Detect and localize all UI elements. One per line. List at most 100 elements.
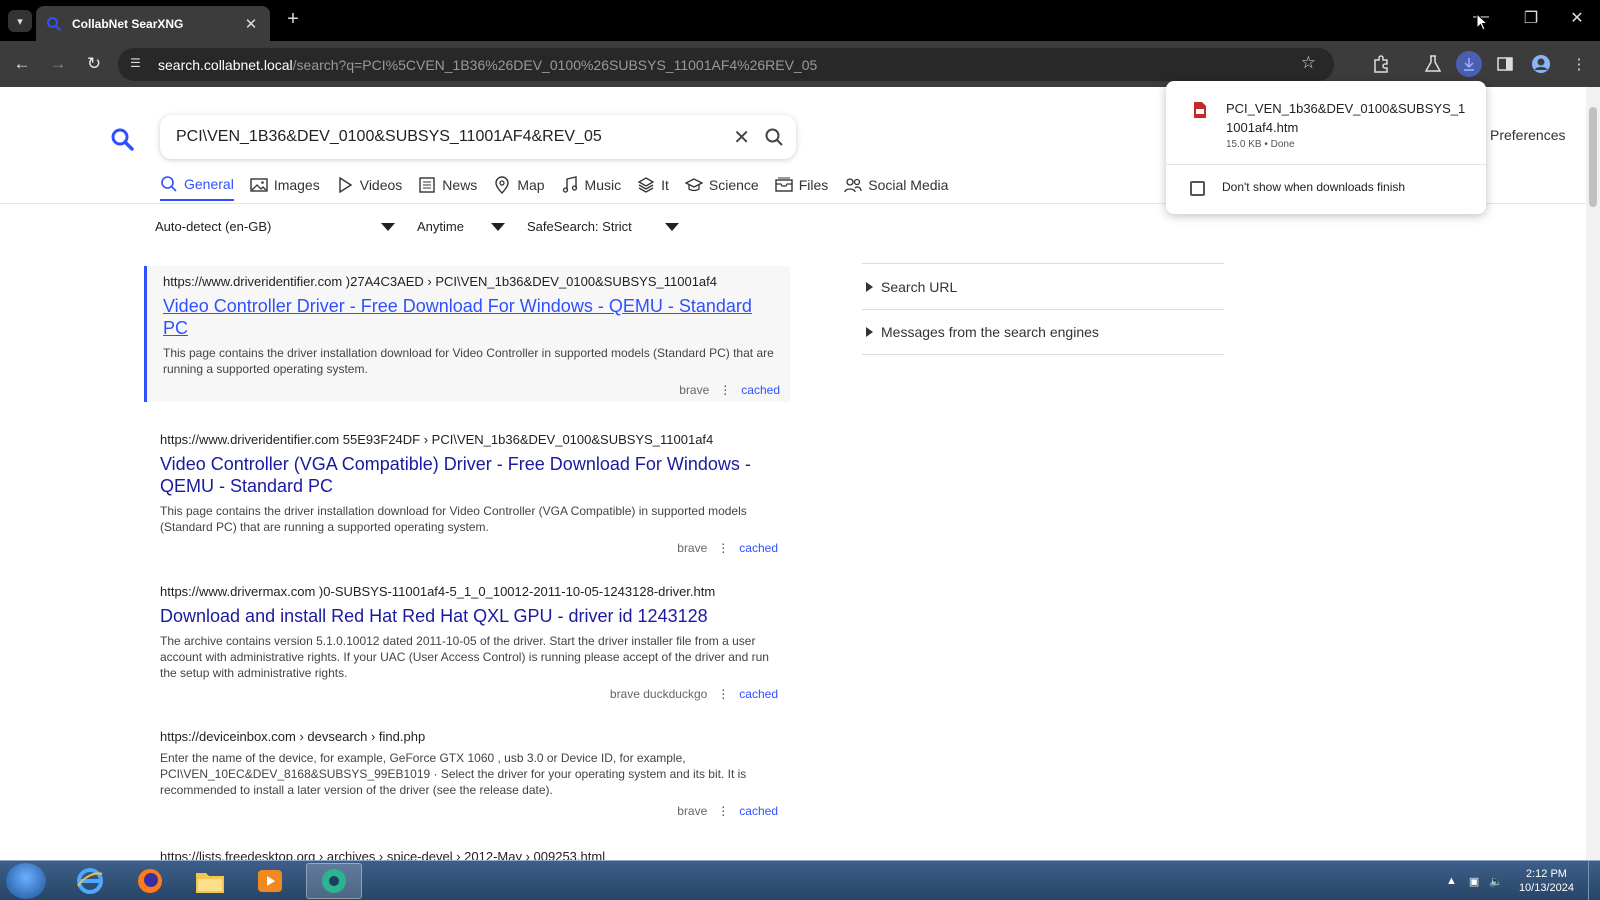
expand-triangle-icon	[866, 327, 873, 337]
result-url[interactable]: https://deviceinbox.com › devsearch › fi…	[160, 729, 778, 744]
tab-label: Social Media	[868, 177, 949, 193]
show-desktop-button[interactable]	[1588, 861, 1600, 900]
tab-close-icon[interactable]: ✕	[242, 15, 260, 33]
clock-date: 10/13/2024	[1518, 882, 1574, 894]
file-explorer-icon[interactable]	[182, 863, 238, 899]
tab-bar: ▾ CollabNet SearXNG ✕ + — ❐ ✕	[0, 0, 1600, 41]
volume-muted-icon[interactable]: 🔈	[1489, 875, 1503, 888]
tab-search-chevron-icon[interactable]: ▾	[8, 10, 32, 32]
result-title-link[interactable]: Video Controller (VGA Compatible) Driver…	[160, 453, 778, 497]
result-engines: brave	[677, 804, 708, 818]
reload-button[interactable]: ↻	[81, 51, 107, 77]
engine-messages-toggle[interactable]: Messages from the search engines	[862, 309, 1224, 355]
site-info-icon[interactable]: ☰	[130, 56, 148, 74]
result-engines: brave duckduckgo	[609, 687, 708, 701]
download-file-name[interactable]: PCI_VEN_1b36&DEV_0100&SUBSYS_11001af4.ht…	[1226, 99, 1466, 137]
expand-triangle-icon	[866, 281, 873, 292]
tab-videos[interactable]: Videos	[336, 175, 402, 201]
scrollbar-thumb[interactable]	[1589, 107, 1597, 207]
results-sidebar: Search URL Messages from the search engi…	[862, 263, 1224, 355]
html-file-icon	[1194, 102, 1206, 118]
dont-show-label[interactable]: Don't show when downloads finish	[1222, 180, 1405, 194]
tab-title: CollabNet SearXNG	[72, 16, 184, 31]
system-tray: ▲ ▣ 🔈 2:12 PM 10/13/2024	[1446, 861, 1600, 900]
search-url-toggle[interactable]: Search URL	[862, 263, 1224, 309]
chrome-app-icon[interactable]	[306, 863, 362, 899]
page-scrollbar[interactable]	[1586, 87, 1600, 860]
firefox-icon[interactable]	[122, 863, 178, 899]
result-description: This page contains the driver installati…	[163, 346, 774, 376]
network-icon[interactable]: ▣	[1469, 875, 1479, 888]
result-url[interactable]: https://www.driveridentifier.com )27A4C3…	[163, 274, 780, 289]
downloads-button[interactable]	[1456, 51, 1482, 77]
labs-flask-icon[interactable]	[1420, 51, 1446, 77]
bookmark-star-icon[interactable]: ☆	[1301, 53, 1316, 73]
result-url[interactable]: https://lists.freedesktop.org › archives…	[160, 849, 778, 860]
tab-social-media[interactable]: Social Media	[844, 175, 948, 201]
search-submit-icon[interactable]	[764, 127, 784, 147]
tab-label: Science	[708, 177, 759, 193]
result-item: https://lists.freedesktop.org › archives…	[160, 849, 778, 860]
profile-avatar-icon[interactable]	[1528, 51, 1554, 77]
browser-menu-icon[interactable]: ⋮	[1566, 51, 1592, 77]
searxng-favicon-icon	[47, 16, 62, 31]
internet-explorer-icon[interactable]	[62, 863, 118, 899]
map-pin-icon	[495, 176, 510, 194]
tab-general[interactable]: General	[160, 175, 234, 201]
back-button[interactable]: ←	[9, 51, 35, 77]
tab-music[interactable]: Music	[561, 175, 621, 201]
start-button[interactable]	[6, 863, 46, 899]
category-tabs: General Images Videos News Map Music It	[160, 175, 964, 201]
result-title-link[interactable]: Download and install Red Hat Red Hat QXL…	[160, 605, 778, 627]
result-engines: brave	[679, 383, 710, 397]
language-select[interactable]: Auto-detect (en-GB)	[155, 219, 395, 234]
result-url[interactable]: https://www.driveridentifier.com 55E93F2…	[160, 432, 778, 447]
result-footer: brave ⋮ cached	[677, 804, 778, 818]
play-icon	[339, 176, 353, 194]
forward-button[interactable]: →	[45, 51, 71, 77]
address-bar[interactable]: ☰ search.collabnet.local/search?q=PCI%5C…	[118, 48, 1334, 81]
cached-link[interactable]: cached	[739, 687, 778, 701]
time-range-select[interactable]: Anytime	[417, 219, 505, 234]
clear-search-icon[interactable]: ✕	[733, 125, 750, 150]
mouse-cursor-icon	[1476, 13, 1488, 31]
restore-button[interactable]: ❐	[1516, 8, 1546, 32]
windows-taskbar: ▲ ▣ 🔈 2:12 PM 10/13/2024	[0, 860, 1600, 900]
media-player-icon[interactable]	[242, 863, 298, 899]
result-item: https://www.drivermax.com )0-SUBSYS-1100…	[160, 584, 778, 701]
result-item: https://www.driveridentifier.com )27A4C3…	[144, 266, 790, 402]
extensions-puzzle-icon[interactable]	[1368, 51, 1394, 77]
taskbar-clock[interactable]: 2:12 PM 10/13/2024	[1509, 867, 1588, 895]
search-url-label: Search URL	[881, 278, 958, 295]
tray-expand-icon[interactable]: ▲	[1446, 875, 1457, 887]
tab-science[interactable]: Science	[684, 175, 759, 201]
download-file-meta: 15.0 KB • Done	[1226, 139, 1295, 150]
search-input[interactable]	[176, 128, 706, 146]
dropdown-arrow-icon	[491, 222, 505, 231]
tab-news[interactable]: News	[418, 175, 477, 201]
file-box-icon	[775, 177, 793, 192]
dont-show-checkbox[interactable]	[1190, 181, 1205, 196]
result-url[interactable]: https://www.drivermax.com )0-SUBSYS-1100…	[160, 584, 778, 599]
preferences-link[interactable]: Preferences	[1490, 127, 1565, 143]
result-item: https://deviceinbox.com › devsearch › fi…	[160, 729, 778, 818]
music-note-icon	[562, 176, 577, 193]
dropdown-arrow-icon	[381, 222, 395, 231]
cached-link[interactable]: cached	[739, 541, 778, 555]
tab-label: Map	[517, 177, 545, 193]
tab-map[interactable]: Map	[493, 175, 545, 201]
new-tab-button[interactable]: +	[282, 8, 304, 32]
cached-link[interactable]: cached	[739, 804, 778, 818]
tab-label: It	[661, 177, 669, 193]
tab-files[interactable]: Files	[775, 175, 828, 201]
close-window-button[interactable]: ✕	[1562, 8, 1592, 32]
tab-it[interactable]: It	[637, 175, 669, 201]
result-title-link[interactable]: Video Controller Driver - Free Download …	[163, 295, 780, 339]
browser-tab[interactable]: CollabNet SearXNG ✕	[36, 6, 270, 41]
searxng-logo-icon[interactable]	[110, 127, 134, 151]
result-engines: brave	[677, 541, 708, 555]
side-panel-icon[interactable]	[1492, 51, 1518, 77]
tab-images[interactable]: Images	[250, 175, 320, 201]
cached-link[interactable]: cached	[741, 383, 780, 397]
safesearch-select[interactable]: SafeSearch: Strict	[527, 219, 679, 234]
